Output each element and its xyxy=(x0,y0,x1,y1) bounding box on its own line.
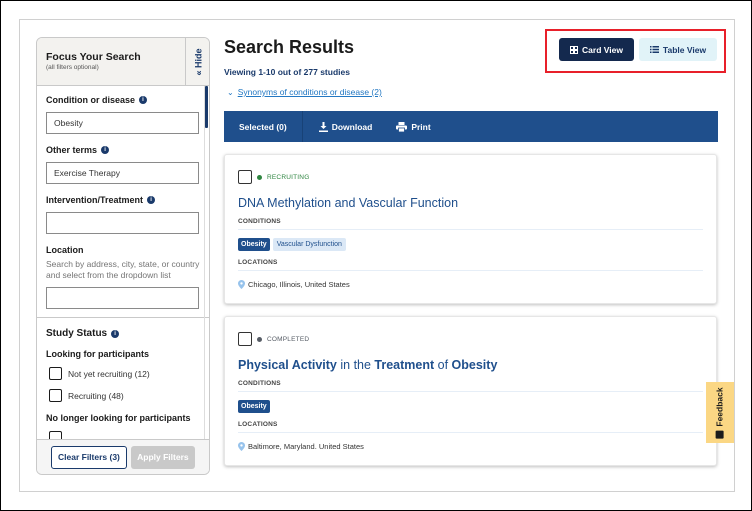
grid-icon xyxy=(570,45,579,54)
chevron-down-icon: ⌄ xyxy=(227,87,234,97)
map-pin-icon xyxy=(238,442,245,451)
condition-tag: Obesity xyxy=(238,400,270,413)
info-icon[interactable]: i xyxy=(101,146,110,154)
status-option-not-yet-recruiting[interactable]: Not yet recruiting (12) xyxy=(49,366,202,381)
title-part: of xyxy=(434,358,452,372)
intervention-field-group: Intervention/Treatment i xyxy=(46,194,202,234)
sidebar-subtitle: (all filters optional) xyxy=(46,64,99,71)
selected-label: Selected (0) xyxy=(239,121,287,132)
location-input[interactable] xyxy=(46,287,199,309)
results-count: Viewing 1-10 out of 277 studies xyxy=(224,67,350,77)
location-label: Location xyxy=(46,245,84,255)
select-study-checkbox[interactable] xyxy=(238,170,252,184)
locations-label: LOCATIONS xyxy=(238,421,703,433)
info-icon[interactable]: i xyxy=(139,96,148,104)
sidebar-header: Focus Your Search (all filters optional) xyxy=(37,38,185,86)
study-status-title: Study Status xyxy=(46,328,108,339)
conditions-label: CONDITIONS xyxy=(238,380,703,392)
filter-sidebar: Focus Your Search (all filters optional)… xyxy=(36,37,210,475)
results-action-bar: Selected (0) Download Print xyxy=(224,111,718,142)
title-part: in the xyxy=(336,358,375,372)
table-view-label: Table View xyxy=(662,44,707,55)
hide-label: Hide xyxy=(193,47,204,68)
info-icon[interactable]: i xyxy=(111,329,120,338)
download-button[interactable]: Download xyxy=(303,111,373,142)
synonyms-toggle[interactable]: ⌄ Synonyms of conditions or disease (2) xyxy=(227,87,382,97)
double-chevron-left-icon: « xyxy=(193,70,204,76)
map-pin-icon xyxy=(238,280,245,289)
sidebar-footer: Clear Filters (3) Apply Filters xyxy=(37,439,209,474)
study-title-link[interactable]: Physical Activity in the Treatment of Ob… xyxy=(238,358,703,372)
intervention-input[interactable] xyxy=(46,212,199,234)
print-label: Print xyxy=(411,121,431,132)
sidebar-body: Condition or disease i Other terms i Int… xyxy=(37,86,209,441)
synonyms-link[interactable]: Synonyms of conditions or disease (2) xyxy=(238,87,382,97)
feedback-tab[interactable]: Feedback xyxy=(706,382,734,443)
checkbox[interactable] xyxy=(49,367,62,380)
conditions-label: CONDITIONS xyxy=(238,218,703,230)
sidebar-scrollbar-track[interactable] xyxy=(204,86,209,441)
looking-for-participants-label: Looking for participants xyxy=(46,349,150,359)
selected-count-button[interactable]: Selected (0) xyxy=(224,111,303,142)
card-view-button[interactable]: Card View xyxy=(559,38,634,61)
other-terms-label: Other terms xyxy=(46,145,98,155)
condition-tags: Obesity xyxy=(238,400,703,413)
location-help-text: Search by address, city, state, or count… xyxy=(46,259,200,280)
locations-label: LOCATIONS xyxy=(238,259,703,271)
select-study-checkbox[interactable] xyxy=(238,332,252,346)
condition-field-group: Condition or disease i xyxy=(46,94,202,134)
print-button[interactable]: Print xyxy=(372,111,431,142)
study-status: COMPLETED xyxy=(267,335,310,343)
hide-sidebar-button[interactable]: « Hide xyxy=(185,38,209,86)
table-view-button[interactable]: Table View xyxy=(639,38,717,61)
study-location: Baltimore, Maryland. United States xyxy=(238,442,703,451)
status-option-label: Not yet recruiting (12) xyxy=(68,368,150,379)
card-view-label: Card View xyxy=(582,44,623,55)
download-label: Download xyxy=(331,121,373,132)
printer-icon xyxy=(396,121,408,132)
location-text: Chicago, Illinois, United States xyxy=(248,280,350,289)
study-location: Chicago, Illinois, United States xyxy=(238,280,703,289)
condition-label: Condition or disease xyxy=(46,95,136,105)
condition-input[interactable] xyxy=(46,112,199,134)
clear-filters-button[interactable]: Clear Filters (3) xyxy=(51,445,127,469)
info-icon[interactable]: i xyxy=(147,196,156,204)
condition-tag: Vascular Dysfunction xyxy=(272,238,346,251)
feedback-label: Feedback xyxy=(715,386,725,427)
study-status: RECRUITING xyxy=(267,173,310,181)
condition-tag: Obesity xyxy=(238,238,270,251)
intervention-label: Intervention/Treatment xyxy=(46,195,144,205)
page-title: Search Results xyxy=(224,37,355,57)
status-dot-icon xyxy=(257,336,262,342)
feedback-icon xyxy=(716,430,724,439)
sidebar-title: Focus Your Search xyxy=(46,51,141,63)
location-text: Baltimore, Maryland. United States xyxy=(248,442,364,451)
sidebar-scrollbar-thumb[interactable] xyxy=(205,86,208,128)
study-title-link[interactable]: DNA Methylation and Vascular Function xyxy=(238,196,703,210)
result-card: COMPLETED Physical Activity in the Treat… xyxy=(224,316,717,466)
sidebar-divider xyxy=(37,317,209,318)
download-icon xyxy=(318,121,328,132)
title-part: Physical Activity xyxy=(238,358,337,372)
checkbox[interactable] xyxy=(49,389,62,402)
title-part: Obesity xyxy=(451,358,498,372)
apply-filters-button[interactable]: Apply Filters xyxy=(130,445,195,469)
status-option-label: Recruiting (48) xyxy=(68,390,124,401)
status-option-recruiting[interactable]: Recruiting (48) xyxy=(49,388,202,403)
no-longer-looking-label: No longer looking for participants xyxy=(46,413,191,423)
list-icon xyxy=(649,46,659,53)
result-card: RECRUITING DNA Methylation and Vascular … xyxy=(224,154,717,304)
condition-tags: Obesity Vascular Dysfunction xyxy=(238,238,703,251)
other-terms-input[interactable] xyxy=(46,162,199,184)
other-terms-field-group: Other terms i xyxy=(46,144,202,184)
title-part: Treatment xyxy=(374,358,435,372)
location-field-group: Location Search by address, city, state,… xyxy=(46,244,202,309)
status-dot-icon xyxy=(257,174,262,180)
